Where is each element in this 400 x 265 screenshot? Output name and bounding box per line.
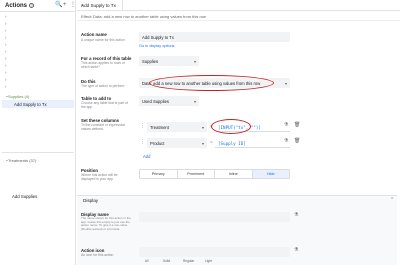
chevron-right-icon: › (5, 70, 7, 75)
annotation-circle (149, 75, 274, 91)
icon-style-tab-light[interactable]: Light (205, 259, 212, 263)
action-item-add-supply-to-tx[interactable]: Add Supply to Tx (2, 100, 74, 108)
actions-panel: Actions ? 🔍 + ⋮ › › › › › › › › › › › ⌄ … (0, 0, 76, 265)
chevron-right-icon: › (5, 35, 7, 40)
position-prominent-button[interactable]: Prominent (178, 170, 215, 178)
do-this-desc: The type of action to perform (81, 84, 125, 88)
icon-style-tab-all[interactable]: All (145, 259, 149, 263)
display-section-title[interactable]: Display (83, 198, 98, 203)
flask-icon[interactable]: ⚗ (284, 138, 288, 144)
chevron-right-icon: › (5, 56, 7, 61)
collapsed-group-row[interactable]: › (2, 56, 74, 62)
search-icon[interactable]: 🔍 (55, 2, 62, 9)
icon-style-tab-solid[interactable]: Solid (163, 259, 170, 263)
action-icon-desc: An icon for this action (81, 253, 114, 257)
drag-handle-icon[interactable]: ⋮ (140, 123, 145, 129)
table-to-add-select[interactable]: Used Supplies ▾ (139, 96, 199, 106)
tab-label: Add Supply to Tx (81, 3, 116, 8)
display-options-link[interactable]: Go to display options (139, 44, 174, 48)
more-icon[interactable]: ⋮ (70, 2, 76, 9)
collapsed-group-row[interactable]: › (2, 49, 74, 55)
chevron-down-icon: ▾ (284, 80, 287, 86)
effect-value: Data: add a new row to another table usi… (93, 13, 206, 19)
tab-add-supply-to-tx[interactable]: Add Supply to Tx × (77, 0, 123, 11)
collapsed-group-row[interactable]: › (2, 63, 74, 69)
actions-title: Actions (5, 3, 28, 9)
group-supplies[interactable]: ⌄ Supplies (4) (2, 93, 74, 100)
collapsed-group-row[interactable]: › (2, 42, 74, 48)
display-name-desc: The name shown for this action in the ap… (81, 216, 131, 231)
drag-handle-icon[interactable]: ⋮ (140, 139, 145, 145)
column-select-product[interactable]: Product ▾ (147, 138, 207, 148)
chevron-down-icon: ▾ (201, 140, 204, 146)
effect-summary: Effect: Data: add a new row to another t… (77, 11, 400, 21)
position-inline-button[interactable]: Inline (215, 170, 253, 178)
action-name-value: Add Supply to Tx (142, 34, 174, 40)
collapsed-group-row[interactable]: › (2, 21, 74, 27)
chevron-down-icon: ▾ (193, 58, 196, 64)
collapsed-group-row[interactable]: › (2, 84, 74, 90)
flask-icon[interactable]: ⚗ (294, 212, 298, 218)
chevron-right-icon: › (5, 21, 7, 26)
effect-label: Effect: (81, 13, 93, 19)
chevron-right-icon: › (5, 49, 7, 54)
collapsed-group-row[interactable]: › (2, 77, 74, 83)
position-desc: Where this action will be displayed in y… (81, 173, 118, 181)
chevron-right-icon: › (5, 42, 7, 47)
add-icon[interactable]: + (63, 2, 67, 9)
column-select-treatment[interactable]: Treatment ▾ (147, 122, 207, 132)
column-value: Treatment (150, 124, 169, 130)
chevron-down-icon: ▾ (201, 124, 204, 130)
divider (2, 152, 74, 153)
action-item-label: Add Supply to Tx (14, 101, 47, 107)
chevron-right-icon: › (5, 14, 7, 19)
table-to-add-desc: Choose any table that is part of the app (81, 101, 128, 109)
set-columns-desc: To the constant or expression values def… (81, 123, 126, 131)
record-table-value: Supplies (142, 58, 159, 64)
position-hide-button[interactable]: Hide (252, 170, 289, 178)
record-table-select[interactable]: Supplies ▾ (139, 56, 199, 66)
group-treatments[interactable]: ⌄ Treatments (37) (2, 157, 74, 164)
annotation-circle (211, 119, 251, 134)
chevron-right-icon: › (5, 77, 7, 82)
chevron-right-icon: › (5, 28, 7, 33)
chevron-down-icon: ▾ (193, 98, 196, 104)
help-icon[interactable]: ? (29, 3, 34, 9)
expression-value: [Supply ID] (218, 140, 246, 146)
chevron-right-icon: › (5, 84, 7, 89)
collapsed-group-row[interactable]: › (2, 70, 74, 76)
column-value: Product (150, 140, 165, 146)
record-table-desc: This action applies to rows of which tab… (81, 61, 125, 69)
icon-style-tab-regular[interactable]: Regular (183, 259, 194, 263)
collapsed-group-row[interactable]: › (2, 14, 74, 20)
tab-bar: Add Supply to Tx × (77, 0, 400, 11)
table-to-add-value: Used Supplies (142, 98, 170, 104)
action-name-label: Action name (81, 32, 107, 37)
flask-icon[interactable]: ⚗ (284, 122, 288, 128)
trash-icon[interactable]: 🗑 (294, 138, 300, 144)
actions-header: Actions ? 🔍 + ⋮ (0, 0, 76, 12)
expression-input-product[interactable]: [Supply ID] (215, 138, 290, 148)
flask-icon[interactable]: ⚗ (294, 247, 298, 253)
action-icon-input[interactable] (139, 247, 290, 257)
collapsed-group-row[interactable]: › (2, 35, 74, 41)
display-name-input[interactable] (139, 212, 290, 222)
close-icon[interactable]: × (81, 3, 84, 8)
icon-style-tabs: All Solid Regular Light (139, 258, 299, 265)
collapsed-group-row[interactable]: › (2, 28, 74, 34)
equals-sign: = (210, 139, 213, 144)
action-name-desc: A unique name for this action (81, 38, 125, 42)
add-column-button[interactable]: Add (143, 154, 150, 159)
chevron-right-icon: › (5, 63, 7, 68)
position-primary-button[interactable]: Primary (140, 170, 178, 178)
position-toggle-group: Primary Prominent Inline Hide (139, 169, 290, 179)
group-treatments-label: Treatments (37) (8, 158, 37, 163)
action-name-input[interactable]: Add Supply to Tx (139, 32, 290, 42)
group-supplies-label: Supplies (4) (8, 94, 30, 99)
chevron-up-icon[interactable]: ⌃ (390, 197, 394, 203)
trash-icon[interactable]: 🗑 (294, 122, 300, 128)
action-item-add-supplies[interactable]: Add Supplies (12, 194, 37, 199)
